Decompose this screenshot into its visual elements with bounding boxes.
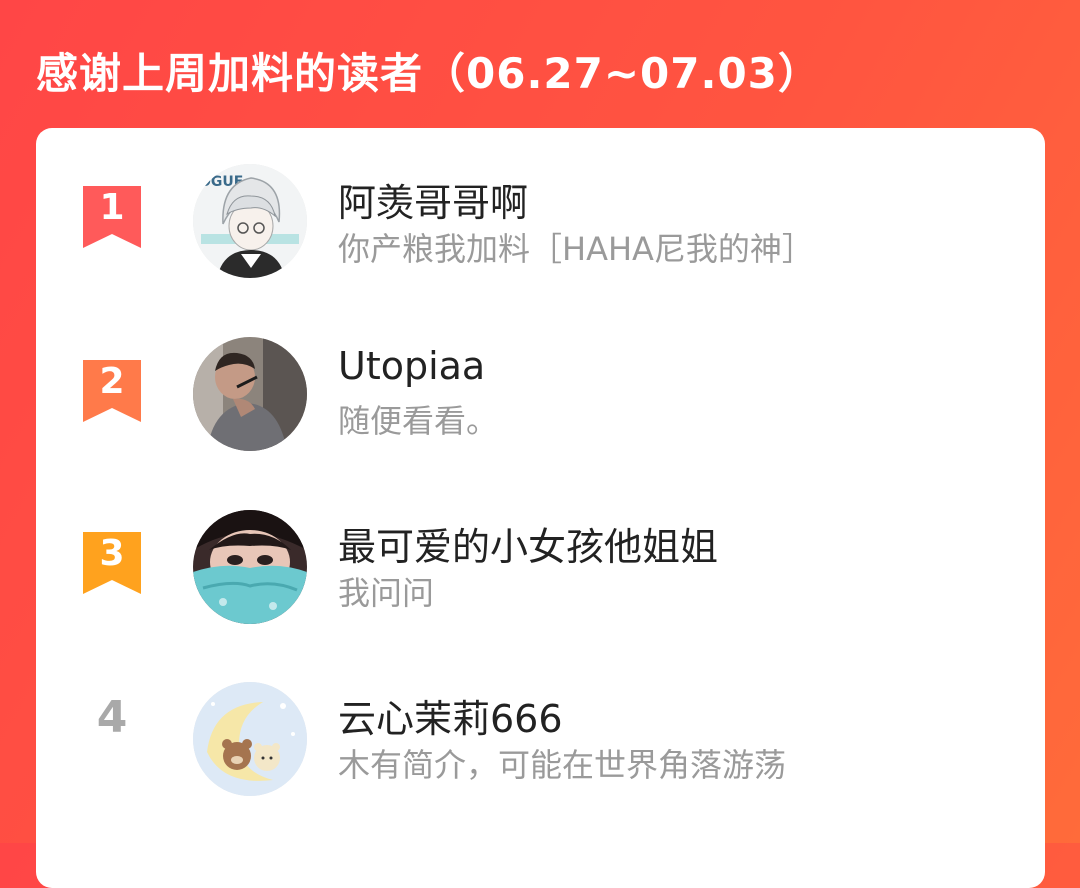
list-item-rank-1[interactable]: 1 OGUE 阿羡哥哥啊 你产粮我加料［HAHA尼我的神］: [36, 128, 1045, 278]
anime-white-hair-avatar-icon: OGUE: [193, 164, 307, 278]
girl-scarf-avatar-icon: [193, 510, 307, 624]
avatar[interactable]: [193, 682, 307, 796]
bears-moon-avatar-icon: [193, 682, 307, 796]
reader-name[interactable]: 云心茉莉666: [338, 688, 563, 743]
reader-name[interactable]: Utopiaa: [338, 344, 485, 388]
man-photo-avatar-icon: [193, 337, 307, 451]
reader-bio: 随便看看。: [338, 402, 499, 440]
rank-number: 3: [99, 533, 125, 574]
reader-name[interactable]: 阿羡哥哥啊: [338, 172, 528, 227]
rank-number: 2: [99, 361, 125, 402]
avatar[interactable]: OGUE: [193, 164, 307, 278]
reader-name[interactable]: 最可爱的小女孩他姐姐: [338, 516, 718, 571]
rank-badge-3: 3: [83, 532, 141, 594]
reader-ranking-list: 1 OGUE 阿羡哥哥啊 你产粮我加料［HAHA尼我的神］ 2 Utopiaa …: [36, 128, 1045, 888]
list-item-rank-3[interactable]: 3 最可爱的小女孩他姐姐 我问问: [36, 472, 1045, 624]
avatar[interactable]: [193, 337, 307, 451]
rank-badge-2: 2: [83, 360, 141, 422]
reader-bio: 我问问: [338, 574, 435, 612]
reader-bio: 木有简介，可能在世界角落游荡: [338, 746, 787, 784]
rank-badge-1: 1: [83, 186, 141, 248]
list-item-rank-4[interactable]: 4 云心茉莉666 木有简介，可能在世界角落游荡: [36, 644, 1045, 796]
rank-number: 4: [96, 692, 128, 743]
reader-bio: 你产粮我加料［HAHA尼我的神］: [338, 230, 814, 268]
rank-number: 1: [99, 187, 125, 228]
avatar[interactable]: [193, 510, 307, 624]
page-title: 感谢上周加料的读者（06.27~07.03）: [36, 49, 821, 98]
list-item-rank-2[interactable]: 2 Utopiaa 随便看看。: [36, 300, 1045, 451]
